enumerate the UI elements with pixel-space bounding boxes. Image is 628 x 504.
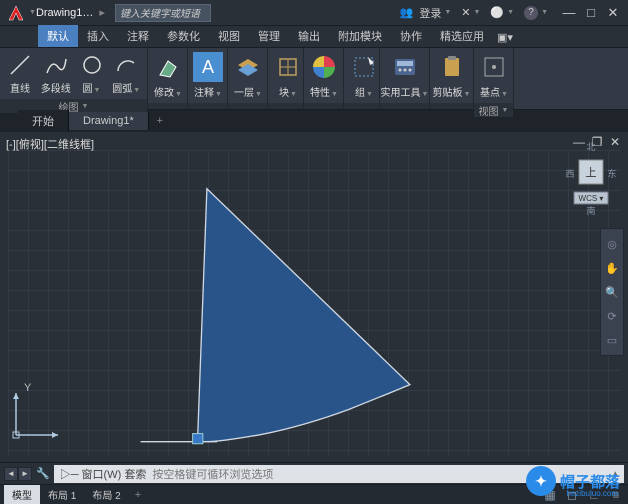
nav-showmotion-icon[interactable]: ▭ — [603, 331, 621, 349]
doc-tab-start[interactable]: 开始 — [18, 110, 69, 132]
tab-collab[interactable]: 协作 — [391, 25, 431, 47]
layout-tab-model[interactable]: 模型 — [4, 485, 40, 504]
cmd-scroll-left[interactable]: ◄ — [4, 467, 18, 481]
clipboard-button[interactable]: 剪贴板▼ — [434, 50, 469, 101]
nav-fullnav-icon[interactable]: ◎ — [603, 235, 621, 253]
watermark-logo-icon: ✦ — [526, 466, 556, 496]
document-tabs: 开始 Drawing1* + — [0, 110, 628, 132]
viewport[interactable]: [-][俯视][二维线框] — ❐ ✕ Y 北 南 西 东 上 WCS ▾ ◎ — [0, 132, 628, 462]
watermark: ✦ 帽子都落 hezibuluo.com — [526, 466, 620, 496]
line-button[interactable]: 直线 — [4, 50, 36, 97]
tab-manage[interactable]: 管理 — [249, 25, 289, 47]
search-input[interactable]: 键入关键字或短语 — [115, 4, 211, 22]
viewport-label[interactable]: [-][俯视][二维线框] — [6, 136, 94, 152]
navigation-bar: ◎ ✋ 🔍 ⟳ ▭ — [600, 228, 624, 356]
tab-view[interactable]: 视图 — [209, 25, 249, 47]
utilities-button[interactable]: 实用工具▼ — [384, 50, 425, 101]
block-button[interactable]: 块▼ — [272, 50, 304, 101]
stayconnected-icon[interactable]: ⚪ — [490, 6, 504, 19]
nav-pan-icon[interactable]: ✋ — [603, 259, 621, 277]
viewcube[interactable]: 北 南 西 东 上 WCS ▾ — [564, 142, 618, 216]
modify-button[interactable]: 修改▼ — [152, 50, 184, 101]
maximize-button[interactable]: □ — [580, 4, 602, 22]
layout-tab-1[interactable]: 布局 1 — [40, 485, 84, 504]
tab-more[interactable]: ▣▾ — [493, 28, 517, 47]
help-icon[interactable]: ? — [524, 6, 538, 20]
basepoint-button[interactable]: 基点▼ — [478, 50, 510, 101]
annotate-button[interactable]: A注释▼ — [192, 50, 224, 101]
svg-text:上: 上 — [586, 166, 597, 179]
polyline-button[interactable]: 多段线 — [38, 50, 74, 97]
vp-restore[interactable]: ❐ — [590, 135, 604, 149]
customize-icon[interactable]: 🔧 — [36, 467, 50, 480]
group-button[interactable]: 组▼ — [348, 50, 380, 101]
login-link[interactable]: 登录 — [419, 5, 441, 21]
vp-close[interactable]: ✕ — [608, 135, 622, 149]
tab-annotate[interactable]: 注释 — [118, 25, 158, 47]
layout-tab-2[interactable]: 布局 2 — [84, 485, 128, 504]
layout-add[interactable]: + — [129, 489, 147, 501]
arc-button[interactable]: 圆弧▼ — [110, 50, 143, 97]
minimize-button[interactable]: — — [558, 4, 580, 22]
layer-button[interactable]: 一层▼ — [232, 50, 264, 101]
tab-addins[interactable]: 附加模块 — [329, 25, 391, 47]
svg-text:南: 南 — [586, 205, 595, 216]
circle-button[interactable]: 圆▼ — [76, 50, 108, 97]
tab-insert[interactable]: 插入 — [78, 25, 118, 47]
ribbon: 直线 多段线 圆▼ 圆弧▼ 绘图▼ 修改▼ A注释▼ 一层▼ 块▼ — [0, 48, 628, 110]
doc-tab-add[interactable]: + — [149, 115, 171, 127]
exchange-icon[interactable]: ✕ — [461, 6, 470, 19]
app-logo[interactable] — [4, 3, 28, 23]
tab-default[interactable]: 默认 — [38, 25, 78, 47]
properties-button[interactable]: 特性▼ — [308, 50, 340, 101]
cmd-scroll-right[interactable]: ► — [18, 467, 32, 481]
ribbon-tabs: 默认 插入 注释 参数化 视图 管理 输出 附加模块 协作 精选应用 ▣▾ — [0, 26, 628, 48]
svg-text:WCS ▾: WCS ▾ — [579, 194, 604, 203]
ucs-icon — [10, 385, 66, 444]
group-view-label: 视图▼ — [474, 103, 513, 117]
nav-zoom-icon[interactable]: 🔍 — [603, 283, 621, 301]
document-title: Drawing1… — [36, 7, 93, 19]
svg-text:东: 东 — [607, 168, 616, 179]
doc-tab-drawing1[interactable]: Drawing1* — [69, 112, 149, 130]
svg-text:西: 西 — [565, 169, 574, 179]
app-menu-dropdown[interactable]: ▼ — [29, 9, 36, 16]
tab-parametric[interactable]: 参数化 — [158, 25, 209, 47]
tab-output[interactable]: 输出 — [289, 25, 329, 47]
close-button[interactable]: ✕ — [602, 4, 624, 22]
tab-featured[interactable]: 精选应用 — [431, 25, 493, 47]
vp-minimize[interactable]: — — [572, 135, 586, 149]
infocenter-icon[interactable]: 👥 — [400, 6, 414, 19]
nav-orbit-icon[interactable]: ⟳ — [603, 307, 621, 325]
drawing-shape[interactable] — [8, 150, 620, 456]
